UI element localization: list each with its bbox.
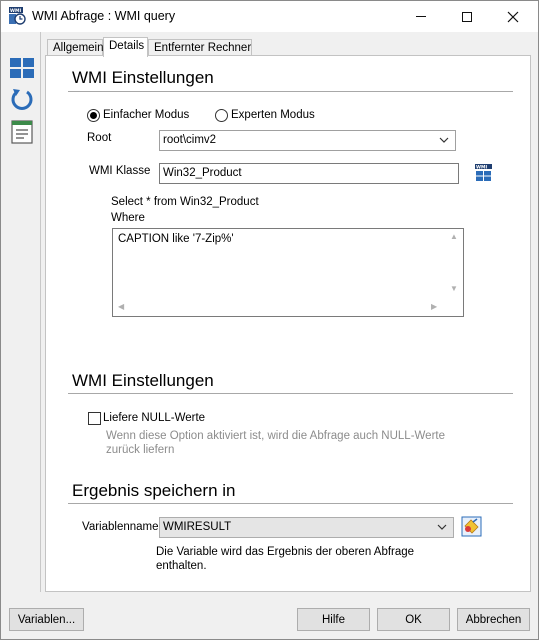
variable-name-label: Variablenname [82, 521, 159, 533]
variable-picker-button[interactable] [461, 516, 482, 537]
section-title-result: Ergebnis speichern in [72, 481, 236, 500]
scroll-right-icon[interactable]: ▶ [431, 302, 437, 311]
scroll-up-icon[interactable]: ▲ [450, 232, 458, 241]
scroll-down-icon[interactable]: ▼ [450, 284, 458, 293]
radio-expert-mode-label: Experten Modus [231, 109, 315, 121]
wmi-class-value: Win32_Product [163, 167, 242, 179]
wmi-query-dialog: WMI WMI Abfrage : WMI query Allgemein De… [0, 0, 539, 640]
windows-tiles-icon[interactable] [10, 56, 34, 80]
null-values-label: Liefere NULL-Werte [103, 412, 206, 424]
scroll-left-icon[interactable]: ◀ [118, 302, 124, 311]
wmi-class-field[interactable]: Win32_Product [159, 163, 459, 184]
where-value: CAPTION like '7-Zip%' [118, 233, 234, 245]
wmi-query-icon: WMI [9, 7, 26, 25]
section-divider [68, 91, 513, 92]
section-title-null-settings: WMI Einstellungen [72, 371, 214, 390]
where-textarea[interactable]: CAPTION like '7-Zip%' ▲ ▼ ◀ ▶ [112, 228, 464, 317]
query-preview: Select * from Win32_Product [111, 196, 259, 208]
details-panel: WMI Einstellungen Einfacher Modus Expert… [45, 55, 531, 592]
minimize-icon [416, 16, 426, 17]
svg-text:WMI: WMI [10, 8, 21, 14]
maximize-button[interactable] [444, 1, 490, 32]
tab-details[interactable]: Details [103, 37, 148, 57]
root-value: root\cimv2 [163, 134, 217, 146]
browse-class-button[interactable]: WMI [473, 162, 494, 183]
variables-button[interactable]: Variablen... [9, 608, 84, 631]
root-dropdown[interactable]: root\cimv2 [159, 130, 456, 151]
null-values-hint: Wenn diese Option aktiviert ist, wird di… [106, 430, 445, 456]
section-divider [68, 393, 513, 394]
vertical-scrollbar[interactable]: ▲ ▼ [446, 229, 463, 299]
refresh-icon[interactable] [10, 87, 34, 111]
chevron-down-icon [439, 137, 449, 143]
title-bar: WMI WMI Abfrage : WMI query [1, 1, 538, 32]
where-label: Where [111, 212, 145, 224]
root-label: Root [87, 132, 112, 144]
cancel-button[interactable]: Abbrechen [457, 608, 530, 631]
left-toolbar [1, 32, 41, 592]
wmi-class-label: WMI Klasse [89, 165, 151, 177]
svg-text:WMI: WMI [476, 164, 487, 170]
null-values-checkbox[interactable] [88, 412, 101, 425]
chevron-down-icon [437, 524, 447, 530]
window-title: WMI Abfrage : WMI query [32, 9, 176, 23]
variable-name-dropdown[interactable]: WMIRESULT [159, 517, 454, 538]
variable-hint: Die Variable wird das Ergebnis der obere… [156, 546, 415, 572]
minimize-button[interactable] [398, 1, 444, 32]
radio-simple-mode[interactable] [87, 109, 100, 122]
help-button[interactable]: Hilfe [297, 608, 370, 631]
document-list-icon[interactable] [10, 120, 34, 144]
radio-simple-mode-label: Einfacher Modus [103, 109, 190, 121]
radio-expert-mode[interactable] [215, 109, 228, 122]
section-divider [68, 503, 513, 504]
maximize-icon [462, 11, 472, 22]
section-title-wmi-settings: WMI Einstellungen [72, 68, 214, 87]
ok-button[interactable]: OK [377, 608, 450, 631]
close-icon [507, 11, 519, 22]
close-button[interactable] [490, 1, 536, 32]
variable-name-value: WMIRESULT [163, 521, 232, 533]
horizontal-scrollbar[interactable]: ◀ ▶ [113, 299, 446, 316]
